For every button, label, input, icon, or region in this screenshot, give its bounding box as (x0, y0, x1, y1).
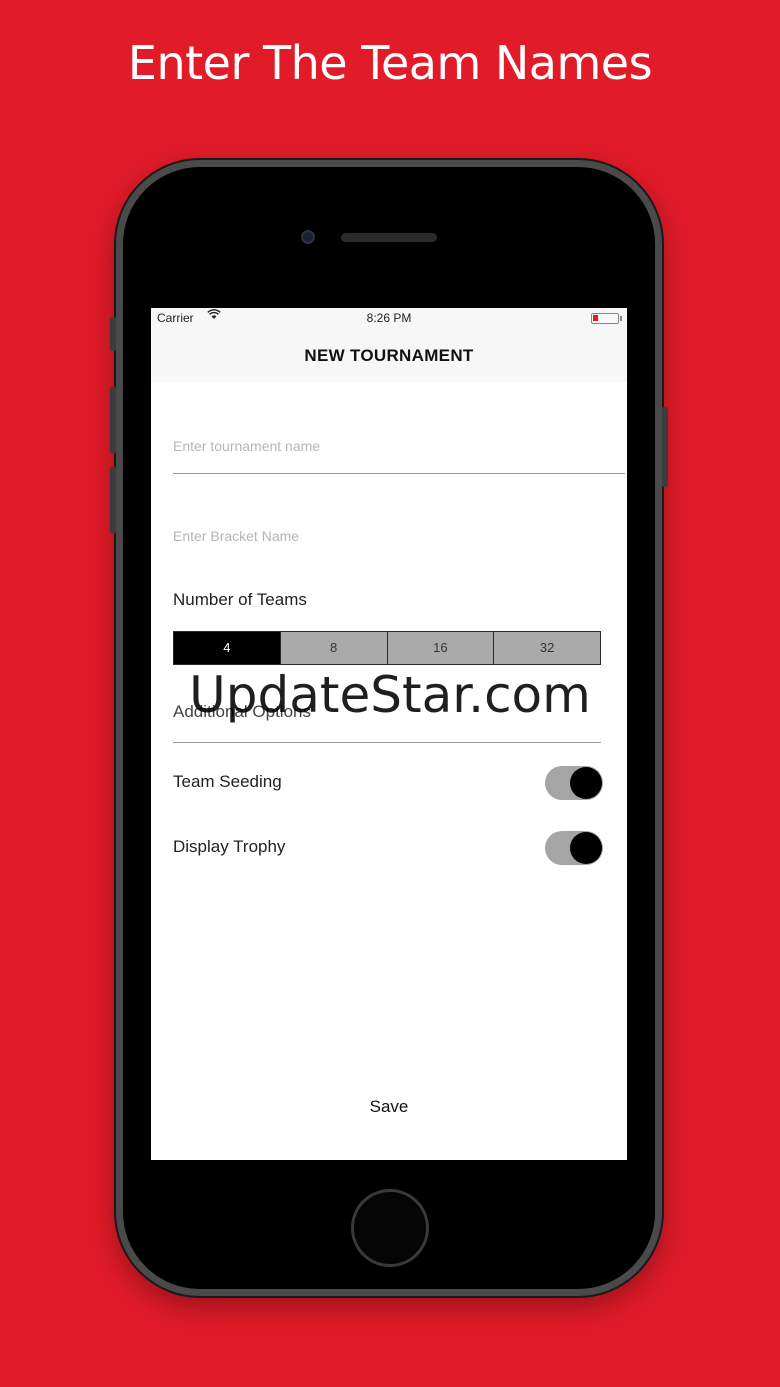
display-trophy-toggle[interactable] (545, 831, 603, 865)
team-count-option-16[interactable]: 16 (387, 632, 495, 664)
display-trophy-label: Display Trophy (173, 837, 286, 856)
team-seeding-label: Team Seeding (173, 772, 282, 791)
status-time: 8:26 PM (366, 311, 412, 325)
divider (173, 473, 625, 474)
tournament-name-input[interactable] (173, 434, 625, 458)
status-bar: Carrier 8:26 PM (151, 308, 627, 330)
app-screen: Carrier 8:26 PM NEW TOURNAMENT Number of… (151, 308, 627, 1160)
phone-frame: Carrier 8:26 PM NEW TOURNAMENT Number of… (110, 160, 668, 1296)
team-count-segmented-control: 4 8 16 32 (173, 631, 601, 665)
divider (173, 742, 601, 743)
save-button[interactable]: Save (339, 1092, 439, 1122)
number-of-teams-label: Number of Teams (173, 590, 307, 609)
front-camera (301, 230, 315, 244)
mute-switch (110, 317, 116, 351)
team-count-option-32[interactable]: 32 (494, 632, 600, 664)
team-count-option-4[interactable]: 4 (174, 632, 281, 664)
nav-title: NEW TOURNAMENT (304, 346, 474, 365)
bracket-name-input[interactable] (173, 524, 625, 548)
volume-down-button (110, 467, 116, 533)
earpiece-speaker (341, 233, 437, 242)
team-seeding-toggle[interactable] (545, 766, 603, 800)
promo-headline: Enter The Team Names (127, 36, 653, 90)
navigation-bar: NEW TOURNAMENT (151, 330, 627, 382)
volume-up-button (110, 387, 116, 453)
toggle-knob (570, 832, 602, 864)
power-button (662, 407, 668, 487)
battery-icon (591, 313, 622, 324)
additional-options-label: Additional Options (173, 702, 311, 721)
home-button[interactable] (351, 1189, 429, 1267)
toggle-knob (570, 767, 602, 799)
team-count-option-8[interactable]: 8 (280, 632, 388, 664)
